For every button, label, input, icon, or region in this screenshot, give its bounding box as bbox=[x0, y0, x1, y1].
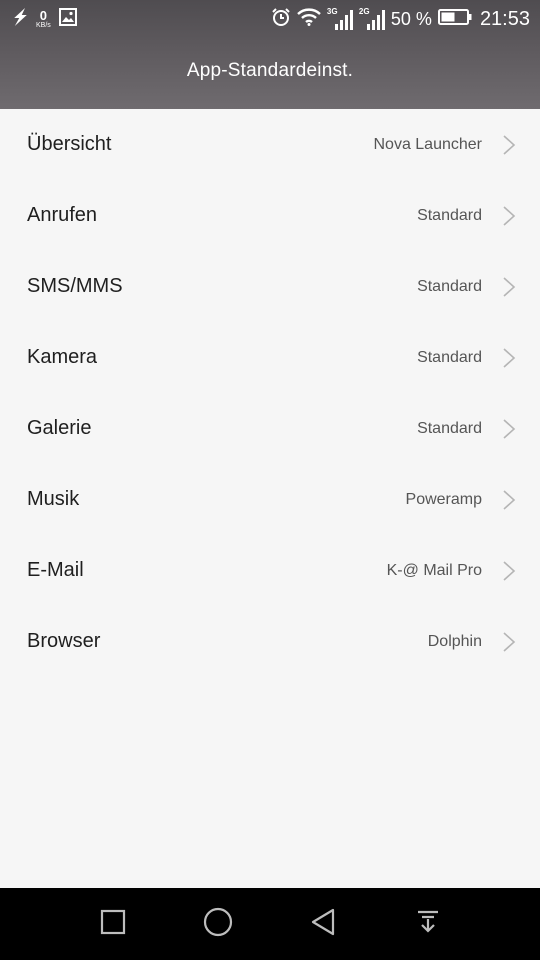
back-icon bbox=[310, 908, 336, 941]
home-button[interactable] bbox=[198, 904, 238, 944]
clock: 21:53 bbox=[479, 7, 530, 30]
chevron-right-icon bbox=[502, 560, 516, 582]
list-item-label: Musik bbox=[27, 488, 80, 510]
battery-percent: 50 % bbox=[390, 8, 432, 29]
notifications-pull-icon bbox=[416, 909, 440, 940]
chevron-right-icon bbox=[502, 418, 516, 440]
image-icon bbox=[58, 7, 77, 31]
alarm-icon bbox=[271, 7, 291, 32]
list-item-label: Übersicht bbox=[27, 133, 112, 155]
list-item-label: Browser bbox=[27, 630, 101, 652]
signal-3g-icon: 3G bbox=[327, 7, 353, 30]
list-item-label: Galerie bbox=[27, 417, 92, 439]
status-bar-left: 0 KB/s bbox=[12, 7, 85, 31]
list-item-value: Standard bbox=[417, 277, 482, 295]
recent-apps-button[interactable] bbox=[93, 904, 133, 944]
list-item-value: K-@ Mail Pro bbox=[386, 561, 482, 579]
page-title: App-Standardeinst. bbox=[186, 60, 354, 81]
list-item-value: Standard bbox=[417, 348, 482, 366]
screen: 0 KB/s 3G 2G 50 % 21:53 App-Standardeins… bbox=[0, 0, 540, 960]
flash-icon bbox=[12, 7, 28, 31]
list-item-musik[interactable]: Musik Poweramp bbox=[0, 464, 540, 535]
list-item-kamera[interactable]: Kamera Standard bbox=[0, 322, 540, 393]
list-item-value: Poweramp bbox=[405, 490, 482, 508]
signal-2g-icon: 2G bbox=[359, 7, 385, 30]
list-item-value: Standard bbox=[417, 419, 482, 437]
chevron-right-icon bbox=[502, 631, 516, 653]
net-speed-value: 0 bbox=[39, 8, 48, 23]
list-item-uebersicht[interactable]: Übersicht Nova Launcher bbox=[0, 109, 540, 180]
list-item-label: Kamera bbox=[27, 346, 98, 368]
chevron-right-icon bbox=[502, 276, 516, 298]
list-item-label: SMS/MMS bbox=[27, 275, 123, 297]
status-bar: 0 KB/s 3G 2G 50 % 21:53 bbox=[0, 0, 540, 38]
navigation-bar bbox=[0, 888, 540, 960]
status-bar-right: 3G 2G 50 % 21:53 bbox=[265, 7, 530, 32]
home-icon bbox=[203, 907, 233, 942]
chevron-right-icon bbox=[502, 347, 516, 369]
recent-apps-icon bbox=[100, 909, 126, 940]
list-item-label: Anrufen bbox=[27, 204, 98, 226]
chevron-right-icon bbox=[502, 489, 516, 511]
list-item-galerie[interactable]: Galerie Standard bbox=[0, 393, 540, 464]
chevron-right-icon bbox=[502, 134, 516, 156]
net-speed-unit: KB/s bbox=[36, 22, 51, 29]
chevron-right-icon bbox=[502, 205, 516, 227]
list-item-anrufen[interactable]: Anrufen Standard bbox=[0, 180, 540, 251]
list-item-label: E-Mail bbox=[27, 559, 84, 581]
header: 0 KB/s 3G 2G 50 % 21:53 App-Standardeins… bbox=[0, 0, 540, 109]
battery-icon bbox=[437, 8, 472, 30]
list-item-browser[interactable]: Browser Dolphin bbox=[0, 606, 540, 677]
list-item-value: Standard bbox=[417, 206, 482, 224]
list-item-value: Dolphin bbox=[427, 632, 482, 650]
wifi-icon bbox=[297, 7, 321, 31]
list-item-sms-mms[interactable]: SMS/MMS Standard bbox=[0, 251, 540, 322]
list-item-value: Nova Launcher bbox=[373, 135, 482, 153]
notifications-pull-button[interactable] bbox=[408, 904, 448, 944]
net-speed: 0 KB/s bbox=[36, 9, 51, 29]
list-item-e-mail[interactable]: E-Mail K-@ Mail Pro bbox=[0, 535, 540, 606]
back-button[interactable] bbox=[303, 904, 343, 944]
default-apps-list: Übersicht Nova Launcher Anrufen Standard… bbox=[0, 109, 540, 677]
